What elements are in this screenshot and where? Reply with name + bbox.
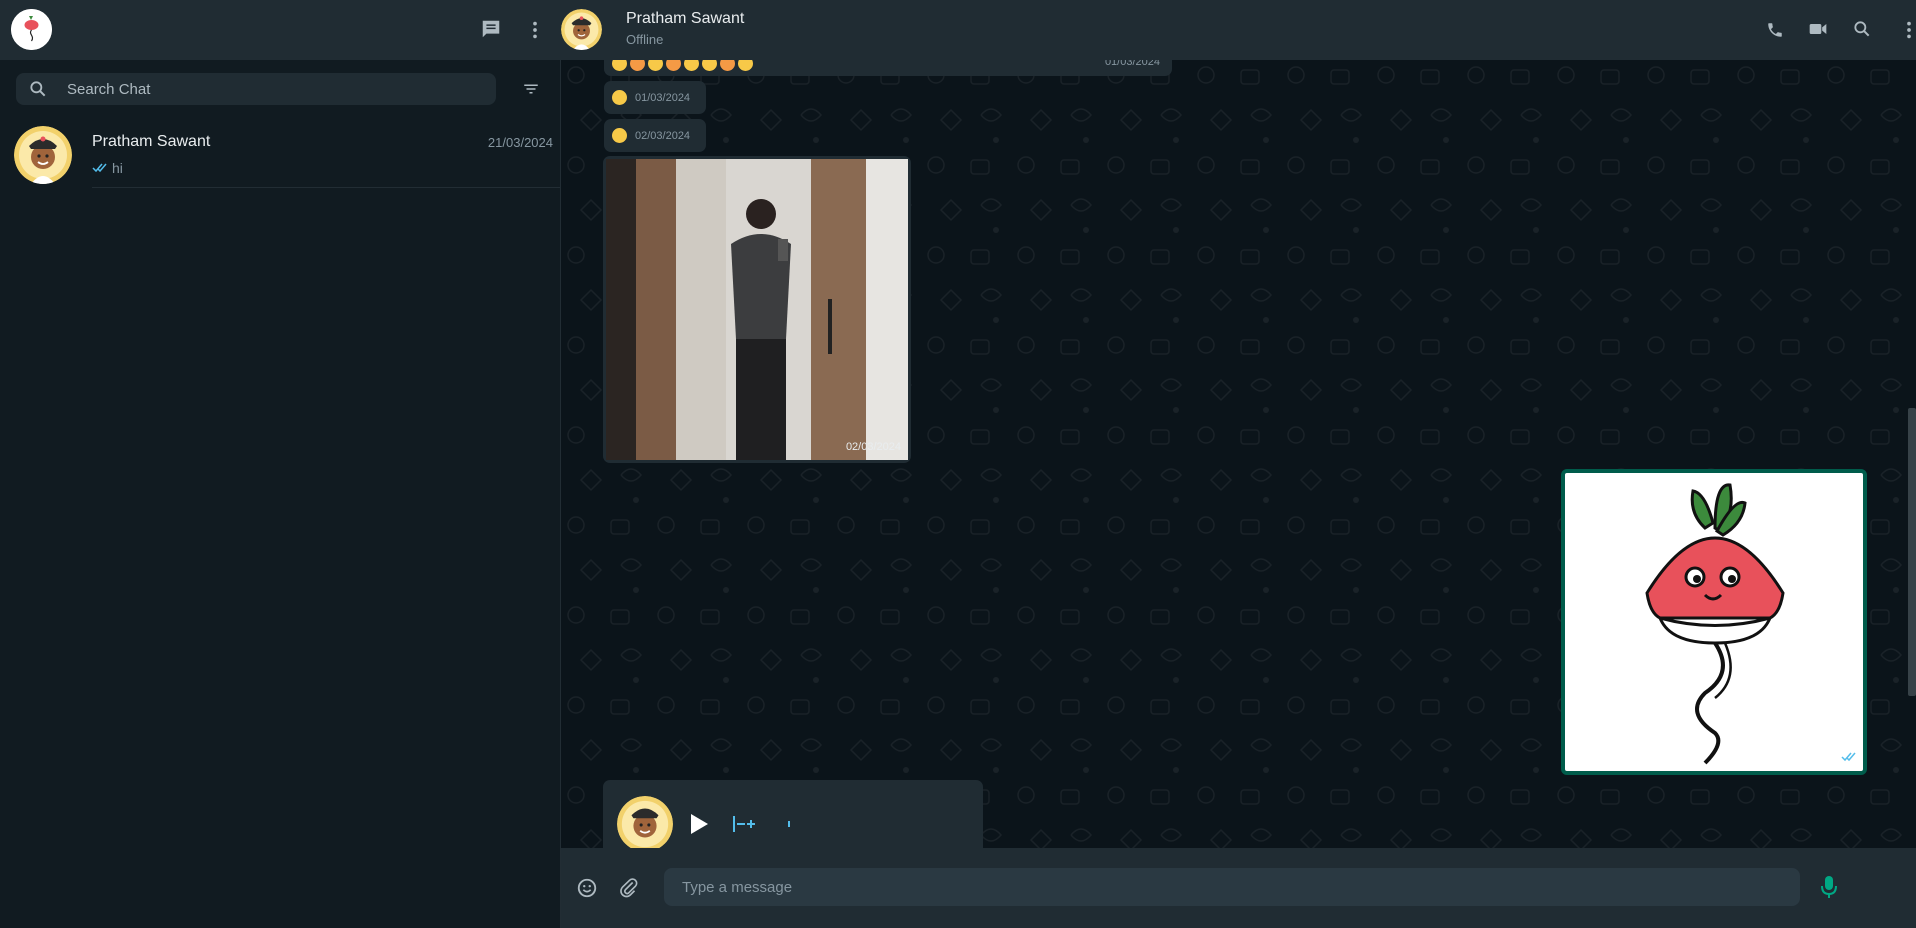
image-message[interactable]: 02/03/2024 <box>603 156 911 463</box>
emoji-icon <box>738 60 753 71</box>
message-bubble[interactable]: 01/03/2024 <box>604 60 1172 76</box>
conversation-header[interactable]: Pratham Sawant Offline <box>561 0 1916 60</box>
avatar <box>617 796 673 848</box>
play-icon[interactable] <box>689 813 709 840</box>
double-check-icon <box>92 160 108 176</box>
emoji-icon <box>648 60 663 71</box>
message-time: 02/03/2024 <box>635 130 691 142</box>
emoji-icon <box>684 60 699 71</box>
conversation-pane: Pratham Sawant Offline 01/03/2024 01/03/… <box>561 0 1916 928</box>
search-icon <box>28 79 48 99</box>
emoji-row <box>612 60 753 71</box>
message-area[interactable]: 01/03/2024 01/03/2024 02/03/2024 02/03/2… <box>561 60 1916 848</box>
search-icon[interactable] <box>1850 17 1874 41</box>
emoji-icon <box>612 128 627 143</box>
attach-icon[interactable] <box>617 876 641 900</box>
avatar <box>14 126 72 184</box>
chat-preview-text: hi <box>112 160 123 176</box>
message-time: 01/03/2024 <box>635 92 691 104</box>
composer <box>561 848 1916 928</box>
left-header <box>0 0 561 60</box>
audio-message[interactable] <box>603 780 983 848</box>
message-time: 01/03/2024 <box>1104 60 1160 68</box>
message-bubble[interactable]: 01/03/2024 <box>604 81 706 114</box>
scrollbar[interactable] <box>1908 408 1916 696</box>
emoji-icon <box>666 60 681 71</box>
phone-icon[interactable] <box>1763 18 1787 42</box>
my-avatar[interactable] <box>11 9 52 50</box>
contact-name: Pratham Sawant <box>626 10 745 27</box>
double-check-icon <box>1841 749 1857 767</box>
mic-icon[interactable] <box>1817 875 1841 899</box>
menu-icon[interactable] <box>523 18 547 42</box>
new-chat-icon[interactable] <box>479 17 503 41</box>
divider <box>92 187 561 188</box>
filter-icon[interactable] <box>520 78 542 100</box>
chat-date: 21/03/2024 <box>487 135 553 150</box>
menu-icon[interactable] <box>1897 18 1916 42</box>
sticker-message[interactable] <box>1561 469 1867 775</box>
audio-waveform[interactable] <box>733 816 803 832</box>
contact-status: Offline <box>626 32 664 47</box>
message-input[interactable] <box>664 868 1800 906</box>
contact-avatar[interactable] <box>561 9 602 50</box>
emoji-icon[interactable] <box>575 876 599 900</box>
emoji-icon <box>612 60 627 71</box>
search-input[interactable] <box>67 73 487 105</box>
emoji-icon <box>630 60 645 71</box>
emoji-icon <box>612 90 627 105</box>
photo[interactable] <box>606 159 908 460</box>
radish-sticker <box>1645 483 1785 765</box>
emoji-icon <box>702 60 717 71</box>
chat-list-pane: Pratham Sawant 21/03/2024 hi <box>0 0 561 928</box>
chat-list-item[interactable]: Pratham Sawant 21/03/2024 hi <box>0 112 561 188</box>
chat-preview: hi <box>92 160 123 176</box>
video-icon[interactable] <box>1806 17 1830 41</box>
chat-name: Pratham Sawant <box>92 133 211 150</box>
message-time: 02/03/2024 <box>845 441 901 453</box>
emoji-icon <box>720 60 735 71</box>
message-bubble[interactable]: 02/03/2024 <box>604 119 706 152</box>
search-box <box>16 73 496 105</box>
